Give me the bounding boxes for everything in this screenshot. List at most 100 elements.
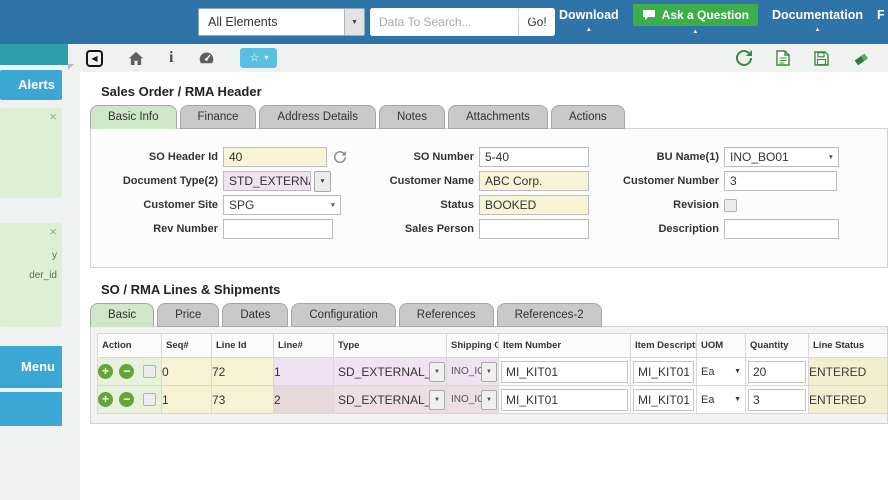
tab-actions[interactable]: Actions [550,105,625,129]
customer-site-select[interactable]: SPG ▼ [223,195,341,215]
quantity-field[interactable] [748,388,806,411]
field-label: SO Number [413,151,474,163]
app-window: All Elements ▼ Go! Demo ▲ Download ▲ Ask… [0,0,888,500]
item-number-cell [498,385,631,414]
line-no-cell: 1 [273,357,334,386]
column-header: Line Status [808,333,887,358]
tab-references[interactable]: References [398,303,494,327]
shipping-org-select[interactable]: INO_IO ▼ [448,359,498,385]
customer-name-field[interactable] [479,171,589,191]
tab-address-details[interactable]: Address Details [259,105,376,129]
tab-configuration[interactable]: Configuration [291,303,396,327]
info-icon[interactable]: i [169,50,173,66]
search-input[interactable] [370,8,518,36]
chevron-down-icon: ▼ [734,396,741,403]
chevron-down-icon[interactable]: ▼ [429,361,445,382]
tab-dates[interactable]: Dates [222,303,289,327]
search-category-select[interactable]: All Elements ▼ [198,8,365,36]
customer-number-field[interactable] [724,171,837,191]
document-type-select[interactable]: STD_EXTERNAL ▼ [223,170,331,192]
uom-select[interactable]: Ea ▼ [698,387,745,413]
nav-item-download[interactable]: Download ▲ [559,6,619,33]
page-title: Sales Order / RMA Header [101,84,262,99]
uom-select[interactable]: Ea ▼ [698,359,745,385]
add-row-button[interactable]: + [98,392,113,408]
sidebar-item[interactable] [0,392,62,426]
column-header: Action [97,333,162,358]
tab-basic[interactable]: Basic [90,303,155,327]
caret-up-icon: ▲ [692,29,699,35]
add-row-button[interactable]: + [98,364,113,380]
remove-row-button[interactable]: − [119,392,135,408]
tab-references-2[interactable]: References-2 [496,303,602,327]
form-column-1: SO Header Id Document Type(2) STD_EXTERN… [91,145,346,241]
sidebar-collapse-handle[interactable] [68,64,74,70]
back-button[interactable]: ◀ [86,49,103,67]
row-checkbox[interactable] [142,393,156,407]
caret-up-icon: ▲ [814,27,821,33]
table-header-row: Action Seq# Line Id Line# Type Shipping … [97,333,887,358]
refresh-icon[interactable] [736,50,752,66]
dashboard-icon[interactable] [198,50,215,66]
shipping-org-select[interactable]: INO_IO ▼ [448,387,498,413]
revision-checkbox[interactable] [724,198,737,212]
chevron-down-icon[interactable]: ▼ [481,361,497,382]
type-select[interactable]: SD_EXTERNAL_LIN ▼ [335,359,446,385]
table-row: + − 1 73 2 SD_EXTERNAL_LIN ▼ [97,385,887,414]
field-label: SO Header Id [148,151,218,163]
chevron-down-icon[interactable]: ▼ [314,170,331,192]
close-icon[interactable]: × [49,224,57,239]
action-cell: + − [97,357,162,386]
refresh-icon[interactable] [334,151,346,163]
so-number-field[interactable] [479,147,589,167]
nav-item-documentation[interactable]: Documentation ▲ [772,6,863,33]
column-header: Line Id [211,333,274,358]
lines-panel: Action Seq# Line Id Line# Type Shipping … [90,326,888,424]
favorites-button[interactable]: ☆ ▾ [240,48,278,68]
shipping-org-cell: INO_IO ▼ [446,385,499,414]
nav-item-partial[interactable]: F [877,6,884,24]
description-field[interactable] [724,219,839,239]
tab-finance[interactable]: Finance [179,105,257,129]
chevron-down-icon[interactable]: ▼ [481,389,497,410]
item-number-field[interactable] [501,360,628,383]
tab-notes[interactable]: Notes [378,105,446,129]
column-header: Type [333,333,447,358]
field-label: Customer Site [143,199,218,211]
item-description-field[interactable] [633,360,694,383]
tab-price[interactable]: Price [157,303,220,327]
nav-item-demo[interactable]: Demo ▲ [510,6,545,33]
save-icon[interactable] [814,50,829,66]
so-header-id-field[interactable] [223,147,327,167]
tab-basic-info[interactable]: Basic Info [90,105,177,129]
ask-question-button[interactable]: Ask a Question [632,4,759,26]
item-number-field[interactable] [501,388,628,411]
sidebar-item-menu[interactable]: Menu [0,346,62,388]
close-icon[interactable]: × [49,109,57,124]
chevron-down-icon[interactable]: ▼ [429,389,445,410]
tab-attachments[interactable]: Attachments [448,105,548,129]
nav-item-ask-a-question[interactable]: Ask a Question ▲ [632,4,759,35]
field-label: Document Type(2) [122,175,218,187]
type-select[interactable]: SD_EXTERNAL_LIN ▼ [335,387,446,413]
field-label: Rev Number [153,223,218,235]
item-description-field[interactable] [633,388,694,411]
alert-box: × y der_id [0,223,62,327]
bu-name-select[interactable]: INO_BO01 ▼ [724,147,839,167]
line-no-cell: 2 [273,385,334,414]
status-field[interactable] [479,195,589,215]
form-column-3: BU Name(1) INO_BO01 ▼ Customer Number Re… [586,145,839,241]
field-label: Description [658,223,719,235]
row-checkbox[interactable] [142,365,156,379]
chevron-down-icon[interactable]: ▼ [344,9,364,35]
alert-box: × [0,108,62,198]
remove-row-button[interactable]: − [119,364,135,380]
eraser-icon[interactable] [853,51,870,66]
home-icon[interactable] [128,51,144,66]
rev-number-field[interactable] [223,219,333,239]
toolbar-left-icons: ◀ i ☆ ▾ [86,44,278,72]
quantity-field[interactable] [748,360,806,383]
toolbar-right-icons [736,44,870,72]
report-icon[interactable] [776,50,790,66]
sales-person-field[interactable] [479,219,589,239]
